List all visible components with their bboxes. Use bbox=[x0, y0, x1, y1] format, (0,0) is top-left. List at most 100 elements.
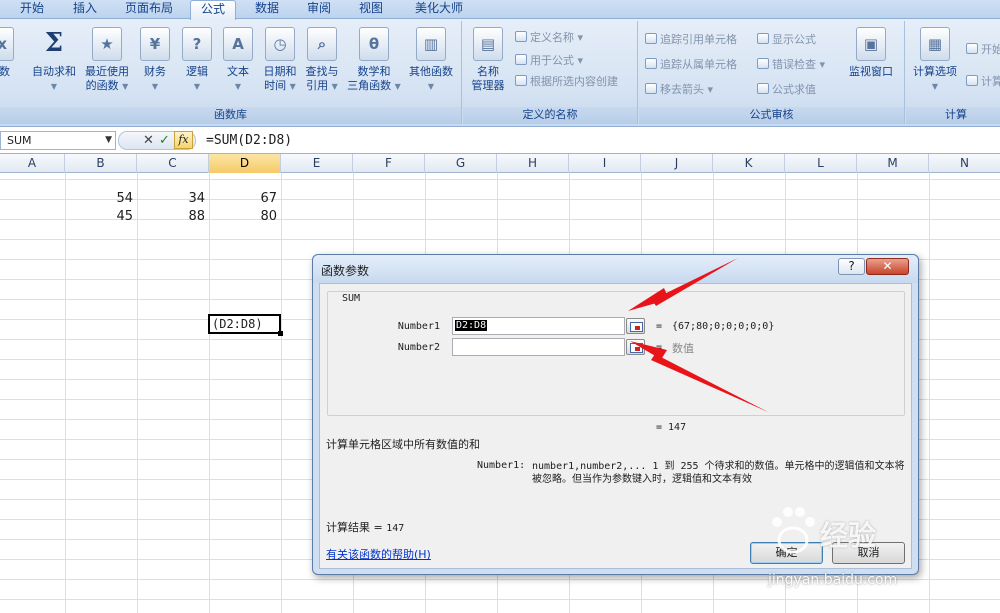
dialog-title-bar[interactable]: 函数参数 ? ✕ bbox=[313, 255, 918, 283]
financial-button[interactable]: ¥ 财务 ▼ bbox=[132, 27, 178, 94]
watch-window-button[interactable]: ▣ 监视窗口 bbox=[843, 27, 899, 79]
more-functions-button[interactable]: ▥ 其他函数 ▼ bbox=[405, 27, 457, 94]
create-from-selection-button[interactable]: 根据所选内容创建 bbox=[515, 73, 618, 90]
tab-page-layout[interactable]: 页面布局 bbox=[110, 0, 188, 19]
enter-icon[interactable]: ✓ bbox=[159, 133, 170, 149]
use-in-formula-button[interactable]: 用于公式 ▾ bbox=[515, 52, 583, 69]
error-checking-button[interactable]: 错误检查 ▾ bbox=[757, 56, 825, 73]
lookup-reference-button[interactable]: ⌕ 查找与 引用 ▼ bbox=[299, 27, 345, 94]
column-header-b[interactable]: B bbox=[65, 154, 137, 173]
cancel-icon[interactable]: ✕ bbox=[143, 133, 154, 149]
define-name-label: 定义名称 bbox=[530, 31, 574, 44]
column-header-a[interactable]: A bbox=[0, 154, 65, 173]
math-label-2: 三角函数 bbox=[347, 79, 392, 92]
trace-dependents-button[interactable]: 追踪从属单元格 bbox=[645, 56, 737, 73]
column-header-l[interactable]: L bbox=[785, 154, 857, 173]
evaluate-formula-button[interactable]: 公式求值 bbox=[757, 81, 816, 98]
autosum-button[interactable]: Σ 自动求和 ▼ bbox=[30, 27, 78, 94]
column-header-c[interactable]: C bbox=[137, 154, 209, 173]
column-header-h[interactable]: H bbox=[497, 154, 569, 173]
recently-used-button[interactable]: ★ 最近使用 的函数 ▼ bbox=[82, 27, 132, 94]
fx-small-icon bbox=[515, 54, 527, 65]
calculate-sheet-label: 计算 bbox=[981, 75, 1000, 88]
datetime-button[interactable]: ◷ 日期和 时间 ▼ bbox=[257, 27, 303, 94]
column-header-m[interactable]: M bbox=[857, 154, 929, 173]
text-functions-button[interactable]: A 文本 ▼ bbox=[215, 27, 261, 94]
name-manager-button[interactable]: ▤ 名称 管理器 bbox=[465, 27, 511, 93]
show-formulas-button[interactable]: 显示公式 bbox=[757, 31, 816, 48]
column-header-e[interactable]: E bbox=[281, 154, 353, 173]
chevron-down-icon: ▼ bbox=[931, 82, 939, 91]
watch-window-label: 监视窗口 bbox=[849, 65, 893, 78]
name-box[interactable]: SUM ▼ bbox=[0, 131, 116, 150]
sigma-icon: Σ bbox=[44, 28, 64, 58]
help-question-button[interactable]: ? bbox=[838, 258, 865, 275]
show-formulas-icon bbox=[757, 33, 769, 44]
chevron-down-icon: ▼ bbox=[193, 82, 201, 91]
number1-input[interactable]: D2:D8 bbox=[452, 317, 625, 335]
calculation-options-label: 计算选项 bbox=[913, 65, 957, 78]
remove-arrows-button[interactable]: 移去箭头 ▾ bbox=[645, 81, 713, 98]
lookup-label-2: 引用 bbox=[306, 79, 329, 92]
calculation-options-button[interactable]: ▦ 计算选项 ▼ bbox=[908, 27, 962, 94]
cell-d2[interactable]: 67 bbox=[209, 189, 280, 209]
tab-data[interactable]: 数据 bbox=[244, 0, 290, 19]
cell-c2[interactable]: 34 bbox=[137, 189, 208, 209]
cell-d3[interactable]: 80 bbox=[209, 207, 280, 227]
remove-arrows-label: 移去箭头 bbox=[660, 83, 704, 96]
dialog-close-button[interactable]: ✕ bbox=[866, 258, 909, 275]
group-function-library: fx 函数 Σ 自动求和 ▼ ★ 最近使用的函数 ▼ ¥ 财务 ▼ ? 逻辑 ▼ A … bbox=[0, 21, 462, 124]
column-header-g[interactable]: G bbox=[425, 154, 497, 173]
column-header-f[interactable]: F bbox=[353, 154, 425, 173]
tab-review[interactable]: 审阅 bbox=[298, 0, 340, 19]
result-line: 计算结果 = 147 bbox=[326, 519, 404, 535]
tab-formulas[interactable]: 公式 bbox=[190, 0, 236, 20]
chevron-down-icon[interactable]: ▼ bbox=[105, 132, 112, 149]
define-name-button[interactable]: 定义名称 ▾ bbox=[515, 29, 583, 46]
column-header-n[interactable]: N bbox=[929, 154, 1000, 173]
logical-label: 逻辑 bbox=[186, 65, 208, 78]
name-manager-label-2: 管理器 bbox=[471, 79, 505, 92]
create-from-selection-icon bbox=[515, 75, 527, 86]
insert-function-fx-button[interactable]: fx bbox=[174, 131, 193, 149]
group-formula-auditing: 追踪引用单元格 追踪从属单元格 移去箭头 ▾ 显示公式 错误检查 ▾ 公式求值 … bbox=[639, 21, 905, 124]
math-label-1: 数学和 bbox=[357, 65, 391, 78]
column-header-d[interactable]: D bbox=[209, 154, 281, 173]
active-edit-cell[interactable]: (D2:D8) bbox=[208, 314, 283, 336]
theta-icon: θ bbox=[359, 27, 389, 61]
calendar-icon: ◷ bbox=[265, 27, 295, 61]
chevron-down-icon: ▼ bbox=[151, 82, 159, 91]
error-checking-label: 错误检查 bbox=[772, 58, 816, 71]
column-header-i[interactable]: I bbox=[569, 154, 641, 173]
column-header-j[interactable]: J bbox=[641, 154, 713, 173]
function-help-link[interactable]: 有关该函数的帮助(H) bbox=[326, 546, 431, 562]
trace-precedents-button[interactable]: 追踪引用单元格 bbox=[645, 31, 737, 48]
cell-b2[interactable]: 54 bbox=[65, 189, 136, 209]
tab-view[interactable]: 视图 bbox=[348, 0, 394, 19]
trace-precedents-label: 追踪引用单元格 bbox=[660, 33, 737, 46]
tab-home[interactable]: 开始 bbox=[0, 0, 64, 19]
group-title-formula-auditing: 公式审核 bbox=[639, 107, 904, 124]
calculate-sheet-button[interactable]: 计算 bbox=[966, 73, 1000, 90]
math-trig-button[interactable]: θ 数学和 三角函数 ▼ bbox=[344, 27, 404, 94]
number2-input[interactable] bbox=[452, 338, 625, 356]
logical-button[interactable]: ? 逻辑 ▼ bbox=[174, 27, 220, 94]
number2-collapse-button[interactable] bbox=[626, 339, 645, 355]
formula-input[interactable]: =SUM(D2:D8) bbox=[206, 131, 292, 150]
tab-insert[interactable]: 插入 bbox=[64, 0, 106, 19]
number1-collapse-button[interactable] bbox=[626, 318, 645, 334]
insert-function-label: 函数 bbox=[0, 65, 10, 78]
cell-b3[interactable]: 45 bbox=[65, 207, 136, 227]
number2-label: Number2 bbox=[397, 342, 440, 353]
formula-total: = 147 bbox=[656, 422, 687, 433]
calculate-now-button[interactable]: 开始 bbox=[966, 41, 1000, 58]
evaluate-formula-icon bbox=[757, 83, 769, 94]
function-name: SUM bbox=[340, 293, 363, 304]
column-header-k[interactable]: K bbox=[713, 154, 785, 173]
tab-beautify-master[interactable]: 美化大师 bbox=[404, 0, 474, 19]
calculate-now-icon bbox=[966, 43, 978, 54]
insert-function-button[interactable]: fx 函数 bbox=[0, 27, 22, 79]
cell-c3[interactable]: 88 bbox=[137, 207, 208, 227]
more-functions-label: 其他函数 bbox=[409, 65, 453, 78]
watermark-url: jingyan.baidu.com bbox=[768, 572, 898, 588]
